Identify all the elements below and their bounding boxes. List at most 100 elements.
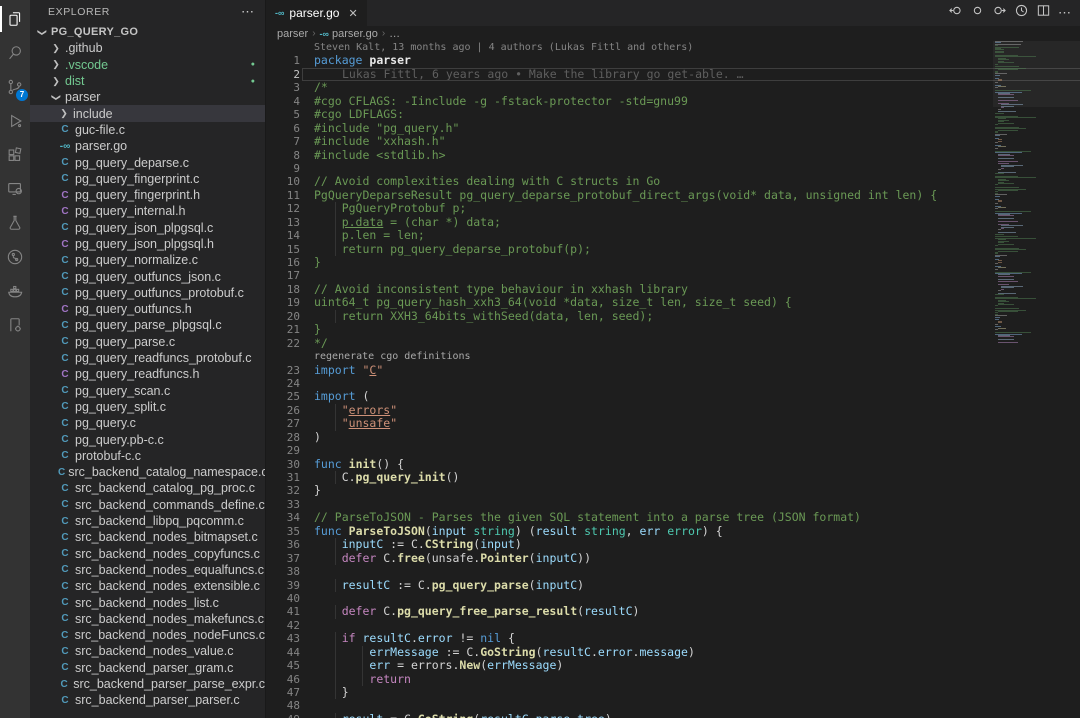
line-number[interactable]: 26 (266, 404, 300, 417)
tree-item-src-backend-libpq-pqcomm.c[interactable]: Csrc_backend_libpq_pqcomm.c (30, 513, 265, 529)
tree-item-pg-query-fingerprint.h[interactable]: Cpg_query_fingerprint.h (30, 187, 265, 203)
open-changes-next-icon[interactable] (992, 3, 1007, 23)
line-number[interactable]: 9 (266, 162, 300, 175)
line-number[interactable]: 35 (266, 525, 300, 538)
code-line[interactable]: 47 } (266, 686, 993, 699)
code-line[interactable]: 14 p.len = len; (266, 229, 993, 242)
codelens-link[interactable]: regenerate cgo definitions (300, 350, 471, 363)
tree-item-src-backend-commands-define.c[interactable]: Csrc_backend_commands_define.c (30, 497, 265, 513)
line-number[interactable]: 24 (266, 377, 300, 390)
line-number[interactable]: 4 (266, 95, 300, 108)
line-number[interactable]: 46 (266, 673, 300, 686)
editor[interactable]: Steven Kalt, 13 months ago | 4 authors (… (266, 41, 1080, 718)
line-number[interactable]: 40 (266, 592, 300, 605)
open-changes-icon[interactable] (970, 3, 985, 23)
tree-item-pg-query.c[interactable]: Cpg_query.c (30, 415, 265, 431)
line-number[interactable]: 11 (266, 189, 300, 202)
code-line[interactable]: 1package parser (266, 54, 993, 67)
line-number[interactable] (266, 350, 300, 363)
tree-item-pg-query-normalize.c[interactable]: Cpg_query_normalize.c (30, 252, 265, 268)
source-control-icon[interactable]: 7 (0, 70, 30, 104)
tree-item-pg-query-readfuncs.h[interactable]: Cpg_query_readfuncs.h (30, 366, 265, 382)
extensions-icon[interactable] (0, 138, 30, 172)
tree-item-guc-file.c[interactable]: Cguc-file.c (30, 122, 265, 138)
code-line[interactable]: 10// Avoid complexities dealing with C s… (266, 175, 993, 188)
line-number[interactable]: 36 (266, 538, 300, 551)
code-line[interactable]: 28) (266, 431, 993, 444)
line-number[interactable]: 2 (266, 68, 300, 81)
code-line[interactable]: 32} (266, 484, 993, 497)
code-line[interactable]: 13 p.data = (char *) data; (266, 216, 993, 229)
tree-item-src-backend-nodes-list.c[interactable]: Csrc_backend_nodes_list.c (30, 594, 265, 610)
code-line[interactable]: 21} (266, 323, 993, 336)
tab-parser-go[interactable]: -∞ parser.go ✕ (266, 0, 367, 26)
line-number[interactable]: 47 (266, 686, 300, 699)
gitlens-icon[interactable] (0, 240, 30, 274)
tree-item-src-backend-nodes-equalfuncs.c[interactable]: Csrc_backend_nodes_equalfuncs.c (30, 562, 265, 578)
code-line[interactable]: 41 defer C.pg_query_free_parse_result(re… (266, 605, 993, 618)
line-number[interactable]: 49 (266, 713, 300, 718)
file-settings-icon[interactable] (0, 308, 30, 342)
code-line[interactable]: 23import "C" (266, 364, 993, 377)
code-line[interactable]: 38 (266, 565, 993, 578)
minimap[interactable] (993, 41, 1080, 718)
testing-icon[interactable] (0, 206, 30, 240)
open-changes-prev-icon[interactable] (948, 3, 963, 23)
code-line[interactable]: 25import ( (266, 390, 993, 403)
code-line[interactable]: 29 (266, 444, 993, 457)
tree-item-pg-query-split.c[interactable]: Cpg_query_split.c (30, 399, 265, 415)
tree-item-pg-query-outfuncs.h[interactable]: Cpg_query_outfuncs.h (30, 301, 265, 317)
line-number[interactable]: 22 (266, 337, 300, 350)
line-number[interactable]: 34 (266, 511, 300, 524)
code-line[interactable]: 27 "unsafe" (266, 417, 993, 430)
search-icon[interactable] (0, 36, 30, 70)
tree-item-src-backend-nodes-copyfuncs.c[interactable]: Csrc_backend_nodes_copyfuncs.c (30, 546, 265, 562)
code-line[interactable]: 8#include <stdlib.h> (266, 149, 993, 162)
tree-item-pg-query-outfuncs-protobuf.c[interactable]: Cpg_query_outfuncs_protobuf.c (30, 285, 265, 301)
line-number[interactable]: 15 (266, 243, 300, 256)
line-number[interactable]: 1 (266, 54, 300, 67)
code-line[interactable]: 19uint64_t pg_query_hash_xxh3_64(void *d… (266, 296, 993, 309)
line-number[interactable]: 30 (266, 458, 300, 471)
code-line[interactable]: 20 return XXH3_64bits_withSeed(data, len… (266, 310, 993, 323)
tab-close-icon[interactable]: ✕ (348, 7, 357, 20)
line-number[interactable]: 7 (266, 135, 300, 148)
breadcrumb-item[interactable]: parser (277, 28, 308, 40)
code-line[interactable]: 44 errMessage := C.GoString(resultC.erro… (266, 646, 993, 659)
code-line[interactable]: 9 (266, 162, 993, 175)
line-number[interactable]: 43 (266, 632, 300, 645)
code-line[interactable]: 2Lukas Fittl, 6 years ago • Make the lib… (266, 68, 993, 81)
line-number[interactable]: 3 (266, 81, 300, 94)
breadcrumb-item[interactable]: -∞parser.go (320, 28, 378, 40)
code-line[interactable]: 17 (266, 269, 993, 282)
tree-item-pg-query-go[interactable]: ❯PG_QUERY_GO (30, 24, 265, 40)
code-lens-row[interactable]: Steven Kalt, 13 months ago | 4 authors (… (266, 41, 993, 54)
line-number[interactable]: 45 (266, 659, 300, 672)
tree-item-dist[interactable]: ❯dist● (30, 73, 265, 89)
code-lens-row[interactable]: regenerate cgo definitions (266, 350, 993, 363)
line-number[interactable]: 6 (266, 122, 300, 135)
line-number[interactable]: 13 (266, 216, 300, 229)
code-line[interactable]: 34// ParseToJSON - Parses the given SQL … (266, 511, 993, 524)
code-line[interactable]: 5#cgo LDFLAGS: (266, 108, 993, 121)
tree-item-parser.go[interactable]: -∞parser.go (30, 138, 265, 154)
line-number[interactable]: 20 (266, 310, 300, 323)
code-line[interactable]: 3/* (266, 81, 993, 94)
line-number[interactable]: 8 (266, 149, 300, 162)
tree-item-pg-query-outfuncs-json.c[interactable]: Cpg_query_outfuncs_json.c (30, 268, 265, 284)
line-number[interactable]: 42 (266, 619, 300, 632)
line-number[interactable]: 37 (266, 552, 300, 565)
code-line[interactable]: 26 "errors" (266, 404, 993, 417)
tree-item-src-backend-nodes-nodefuncs.c[interactable]: Csrc_backend_nodes_nodeFuncs.c (30, 627, 265, 643)
line-number[interactable]: 48 (266, 699, 300, 712)
sidebar-more-actions-icon[interactable]: ⋯ (241, 4, 255, 20)
line-number[interactable]: 10 (266, 175, 300, 188)
tree-item-pg-query-json-plpgsql.c[interactable]: Cpg_query_json_plpgsql.c (30, 220, 265, 236)
code-line[interactable]: 16} (266, 256, 993, 269)
tree-item-src-backend-parser-parser.c[interactable]: Csrc_backend_parser_parser.c (30, 692, 265, 708)
tree-item-.vscode[interactable]: ❯.vscode● (30, 57, 265, 73)
code-line[interactable]: 12 PgQueryProtobuf p; (266, 202, 993, 215)
code-line[interactable]: 49 result = C.GoString(resultC.parse_tre… (266, 713, 993, 718)
code-line[interactable]: 48 (266, 699, 993, 712)
code-line[interactable]: 43 if resultC.error != nil { (266, 632, 993, 645)
